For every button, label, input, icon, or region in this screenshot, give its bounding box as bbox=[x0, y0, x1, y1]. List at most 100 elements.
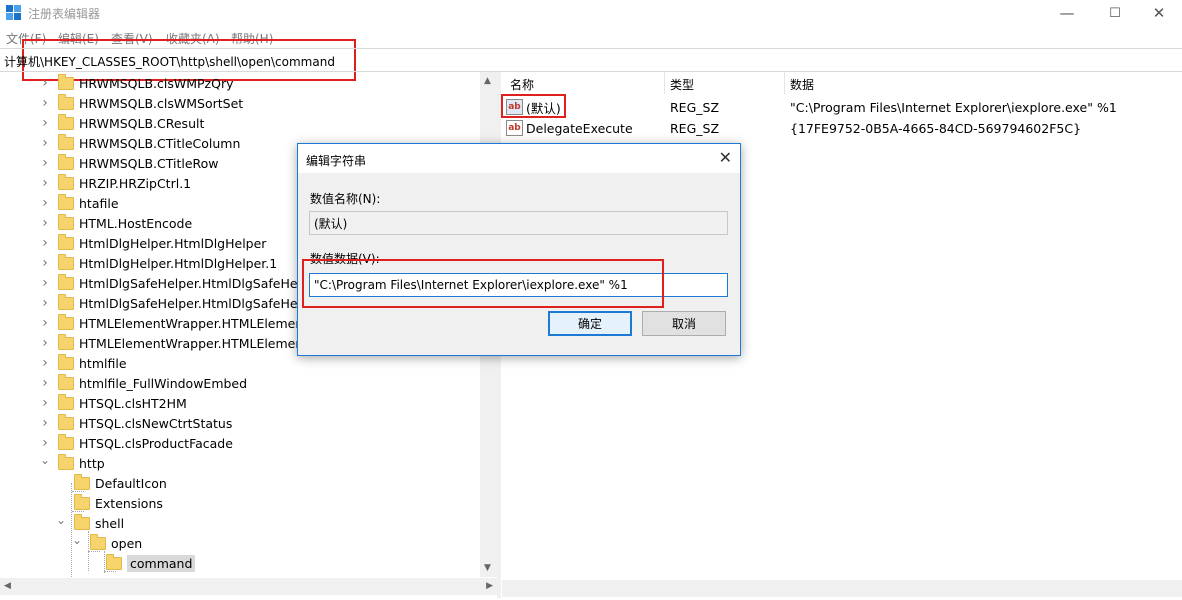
cancel-button[interactable]: 取消 bbox=[642, 311, 726, 336]
folder-icon bbox=[90, 533, 106, 550]
folder-icon bbox=[58, 273, 74, 290]
tree-horizontal-scrollbar[interactable]: ◀ ▶ bbox=[0, 578, 497, 595]
tree-item-label: HRWMSQLB.CResult bbox=[79, 115, 205, 131]
tree-item-label: HRWMSQLB.clsWMSortSet bbox=[79, 95, 244, 111]
value-type: REG_SZ bbox=[670, 120, 720, 136]
tree-item[interactable]: › HtmlDlgHelper.HtmlDlgHelper.1 bbox=[40, 253, 277, 273]
chevron-down-icon[interactable]: ⌄ bbox=[40, 453, 50, 467]
ok-button[interactable]: 确定 bbox=[548, 311, 632, 336]
chevron-down-icon[interactable]: ⌄ bbox=[56, 513, 66, 527]
chevron-right-icon[interactable]: › bbox=[40, 355, 50, 371]
address-bar[interactable]: 计算机\HKEY_CLASSES_ROOT\http\shell\open\co… bbox=[0, 48, 1182, 72]
folder-icon bbox=[58, 293, 74, 310]
tree-connector-line bbox=[72, 511, 84, 512]
tree-item[interactable]: › htmlfile_FullWindowEmbed bbox=[40, 373, 247, 393]
value-data: "C:\Program Files\Internet Explorer\iexp… bbox=[790, 99, 1117, 115]
tree-item[interactable]: DefaultIcon bbox=[56, 473, 167, 493]
chevron-right-icon[interactable]: › bbox=[40, 115, 50, 131]
minimize-button[interactable]: — bbox=[1044, 0, 1090, 26]
tree-item[interactable]: ⌄ shell bbox=[56, 513, 124, 533]
folder-icon bbox=[74, 493, 90, 510]
column-header-data[interactable]: 数据 bbox=[790, 76, 814, 93]
tree-item[interactable]: › HRWMSQLB.CTitleRow bbox=[40, 153, 219, 173]
tree-item-label: HtmlDlgSafeHelper.HtmlDlgSafeHelper.1 bbox=[79, 295, 333, 311]
tree-item[interactable]: › HTSQL.clsProductFacade bbox=[40, 433, 233, 453]
tree-item[interactable]: › HRZIP.HRZipCtrl.1 bbox=[40, 173, 191, 193]
chevron-right-icon[interactable]: › bbox=[40, 335, 50, 351]
folder-icon bbox=[58, 433, 74, 450]
edit-string-dialog: 编辑字符串 ✕ 数值名称(N): (默认) 数值数据(V): "C:\Progr… bbox=[297, 143, 741, 356]
scroll-left-icon[interactable]: ◀ bbox=[4, 581, 11, 591]
tree-item[interactable]: Extensions bbox=[56, 493, 163, 513]
title-bar: 注册表编辑器 — ☐ ✕ bbox=[0, 0, 1182, 26]
column-header-type[interactable]: 类型 bbox=[670, 76, 694, 93]
chevron-right-icon[interactable]: › bbox=[40, 395, 50, 411]
tree-item[interactable]: › htafile bbox=[40, 193, 119, 213]
default-value-highlight-box bbox=[501, 94, 566, 118]
tree-item-label: htmlfile_FullWindowEmbed bbox=[79, 375, 248, 391]
tree-item[interactable]: › HTSQL.clsHT2HM bbox=[40, 393, 187, 413]
tree-item[interactable]: › HtmlDlgSafeHelper.HtmlDlgSafeHelper bbox=[40, 273, 322, 293]
chevron-right-icon[interactable]: › bbox=[40, 295, 50, 311]
tree-item-label: HtmlDlgHelper.HtmlDlgHelper.1 bbox=[79, 255, 278, 271]
chevron-right-icon[interactable]: › bbox=[40, 135, 50, 151]
tree-item[interactable]: › HRWMSQLB.clsWMPzQry bbox=[40, 73, 234, 93]
folder-icon bbox=[106, 553, 122, 570]
tree-item[interactable]: ⌄ http bbox=[40, 453, 105, 473]
value-row[interactable]: ab DelegateExecute bbox=[506, 118, 633, 138]
tree-item[interactable]: › HRWMSQLB.CTitleColumn bbox=[40, 133, 240, 153]
maximize-button[interactable]: ☐ bbox=[1092, 0, 1138, 26]
column-separator[interactable] bbox=[784, 72, 785, 94]
chevron-right-icon[interactable]: › bbox=[40, 275, 50, 291]
close-button[interactable]: ✕ bbox=[1136, 0, 1182, 26]
chevron-right-icon[interactable]: › bbox=[40, 375, 50, 391]
tree-item-label: HRWMSQLB.CTitleRow bbox=[79, 155, 219, 171]
address-path[interactable]: 计算机\HKEY_CLASSES_ROOT\http\shell\open\co… bbox=[4, 53, 335, 70]
chevron-right-icon[interactable]: › bbox=[40, 215, 50, 231]
folder-icon bbox=[58, 173, 74, 190]
chevron-right-icon[interactable]: › bbox=[40, 75, 50, 91]
tree-item[interactable]: › HtmlDlgHelper.HtmlDlgHelper bbox=[40, 233, 266, 253]
tree-item[interactable]: › HTML.HostEncode bbox=[40, 213, 192, 233]
column-header-name[interactable]: 名称 bbox=[510, 76, 534, 93]
scroll-right-icon[interactable]: ▶ bbox=[486, 581, 493, 591]
tree-item[interactable]: › HtmlDlgSafeHelper.HtmlDlgSafeHelper.1 bbox=[40, 293, 333, 313]
chevron-right-icon[interactable]: › bbox=[40, 235, 50, 251]
scroll-down-icon[interactable]: ▼ bbox=[484, 563, 491, 573]
folder-icon bbox=[58, 193, 74, 210]
tree-item[interactable]: › HRWMSQLB.clsWMSortSet bbox=[40, 93, 243, 113]
chevron-right-icon[interactable]: › bbox=[40, 195, 50, 211]
tree-item-label: DefaultIcon bbox=[95, 475, 167, 491]
folder-icon bbox=[58, 313, 74, 330]
tree-connector-line bbox=[72, 491, 84, 492]
folder-icon bbox=[58, 153, 74, 170]
tree-item-label: htmlfile bbox=[79, 355, 127, 371]
chevron-right-icon[interactable]: › bbox=[40, 155, 50, 171]
tree-item[interactable]: › HRWMSQLB.CResult bbox=[40, 113, 204, 133]
chevron-right-icon[interactable]: › bbox=[40, 415, 50, 431]
tree-item-label: shell bbox=[95, 515, 125, 531]
folder-icon bbox=[58, 213, 74, 230]
tree-item-label: HTSQL.clsHT2HM bbox=[79, 395, 187, 411]
tree-item[interactable]: › htmlfile bbox=[40, 353, 127, 373]
scroll-up-icon[interactable]: ▲ bbox=[484, 76, 491, 86]
chevron-right-icon[interactable]: › bbox=[40, 175, 50, 191]
tree-item-label: open bbox=[111, 535, 143, 551]
value-data-highlight-box bbox=[302, 259, 664, 308]
tree-item[interactable]: ⌄ open bbox=[72, 533, 142, 553]
folder-icon bbox=[58, 233, 74, 250]
chevron-right-icon[interactable]: › bbox=[40, 255, 50, 271]
folder-icon bbox=[74, 473, 90, 490]
chevron-right-icon[interactable]: › bbox=[40, 435, 50, 451]
tree-connector-line bbox=[71, 483, 72, 577]
tree-item[interactable]: › HTSQL.clsNewCtrtStatus bbox=[40, 413, 232, 433]
chevron-right-icon[interactable]: › bbox=[40, 95, 50, 111]
dialog-close-icon[interactable]: ✕ bbox=[719, 148, 732, 167]
chevron-down-icon[interactable]: ⌄ bbox=[72, 533, 82, 547]
dialog-title: 编辑字符串 bbox=[306, 154, 367, 168]
values-horizontal-scrollbar[interactable] bbox=[502, 580, 1182, 597]
column-separator[interactable] bbox=[664, 72, 665, 94]
value-type: REG_SZ bbox=[670, 99, 720, 115]
tree-item-label: HtmlDlgHelper.HtmlDlgHelper bbox=[79, 235, 267, 251]
chevron-right-icon[interactable]: › bbox=[40, 315, 50, 331]
